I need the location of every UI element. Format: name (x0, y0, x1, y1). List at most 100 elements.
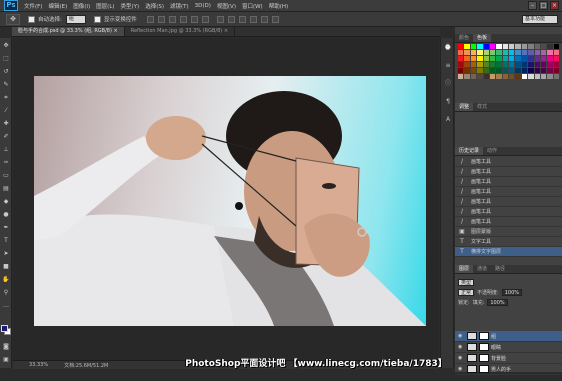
color-swatch[interactable] (528, 44, 534, 49)
maximize-button[interactable]: □ (539, 1, 548, 10)
eye-icon[interactable]: ◉ (458, 333, 464, 339)
color-swatch[interactable] (496, 74, 502, 79)
color-swatch[interactable] (483, 56, 489, 61)
zoom-readout[interactable]: 33.33% (29, 362, 48, 368)
color-swatch[interactable] (458, 56, 464, 61)
pen-tool-icon[interactable]: ✒ (2, 224, 10, 232)
color-swatch[interactable] (521, 50, 528, 55)
color-swatch[interactable] (489, 56, 496, 61)
color-swatch[interactable] (547, 50, 553, 55)
color-swatch[interactable] (502, 56, 508, 61)
history-item[interactable]: / 画笔工具 (455, 197, 562, 207)
screen-mode-icon[interactable]: ▣ (2, 356, 10, 364)
distribute-top-icon[interactable] (216, 15, 224, 23)
menu-layer[interactable]: 图层(L) (96, 2, 114, 10)
color-swatch[interactable] (496, 50, 502, 55)
color-swatch[interactable] (515, 44, 521, 49)
color-swatch[interactable] (470, 74, 477, 79)
close-button[interactable]: × (550, 1, 559, 10)
color-swatch[interactable] (489, 62, 496, 67)
color-swatch[interactable] (509, 56, 515, 61)
color-swatch[interactable] (515, 56, 521, 61)
color-swatch[interactable] (496, 68, 502, 73)
menu-type[interactable]: 类型(Y) (121, 2, 140, 10)
eyedropper-tool-icon[interactable]: ⁄ (2, 107, 10, 115)
tab-actions[interactable]: 动作 (483, 147, 501, 155)
color-swatch[interactable] (477, 62, 483, 67)
history-item[interactable]: / 画笔工具 (455, 217, 562, 227)
quick-mask-icon[interactable]: ◙ (2, 343, 10, 351)
blend-mode-dropdown[interactable]: 正常 (458, 288, 475, 296)
info-panel-icon[interactable]: ⓘ (444, 80, 452, 88)
tab-channels[interactable]: 通道 (473, 265, 491, 273)
color-swatch[interactable] (521, 56, 528, 61)
distribute-center-icon[interactable] (260, 15, 268, 23)
color-swatch[interactable] (553, 50, 559, 55)
color-swatch[interactable] (483, 50, 489, 55)
properties-panel-icon[interactable]: ≡ (444, 62, 452, 70)
color-swatch[interactable] (540, 50, 547, 55)
color-swatch[interactable] (489, 74, 496, 79)
distribute-left-icon[interactable] (249, 15, 257, 23)
dodge-tool-icon[interactable]: ● (2, 211, 10, 219)
color-swatch[interactable] (515, 68, 521, 73)
menu-image[interactable]: 图像(I) (73, 2, 90, 10)
color-swatch[interactable] (534, 68, 540, 73)
paragraph-panel-icon[interactable]: ¶ (444, 98, 452, 106)
menu-filter[interactable]: 滤镜(T) (170, 2, 189, 10)
tab-composite-psd[interactable]: 脸与手的合成.psd @ 33.3% (组, RGB/8) × (12, 27, 125, 36)
color-swatch[interactable] (502, 74, 508, 79)
color-swatch[interactable] (528, 74, 534, 79)
color-swatch[interactable] (496, 56, 502, 61)
lasso-tool-icon[interactable]: ↺ (2, 68, 10, 76)
history-item[interactable]: ▣ 图层蒙版 (455, 227, 562, 237)
clone-stamp-tool-icon[interactable]: ⊥ (2, 146, 10, 154)
color-swatch[interactable] (458, 50, 464, 55)
color-swatch[interactable] (470, 44, 477, 49)
shape-tool-icon[interactable]: ■ (2, 263, 10, 271)
color-swatch[interactable] (470, 68, 477, 73)
color-swatch[interactable] (502, 62, 508, 67)
color-swatch[interactable] (528, 62, 534, 67)
color-swatch[interactable] (540, 62, 547, 67)
color-swatch[interactable] (534, 50, 540, 55)
color-swatch[interactable] (464, 74, 470, 79)
history-item[interactable]: / 画笔工具 (455, 167, 562, 177)
type-tool-icon[interactable]: T (2, 237, 10, 245)
align-bottom-icon[interactable] (168, 15, 176, 23)
color-swatch[interactable] (464, 56, 470, 61)
color-swatch[interactable] (464, 68, 470, 73)
color-swatch[interactable] (489, 44, 496, 49)
move-tool-preset-icon[interactable]: ✥ (6, 13, 20, 25)
tab-layers[interactable]: 图层 (455, 265, 474, 273)
brush-tool-icon[interactable]: ✐ (2, 133, 10, 141)
history-brush-tool-icon[interactable]: ✑ (2, 159, 10, 167)
eye-icon[interactable]: ◉ (458, 344, 464, 350)
tab-adjustments[interactable]: 调整 (455, 103, 474, 111)
color-swatch[interactable] (553, 74, 559, 79)
tab-swatches[interactable]: 色板 (473, 34, 492, 42)
layer-row[interactable]: ◉ 眼睛 (455, 342, 562, 353)
fill-field[interactable]: 100% (487, 298, 508, 306)
color-swatch[interactable] (496, 44, 502, 49)
history-item[interactable]: / 画笔工具 (455, 177, 562, 187)
color-swatch[interactable] (553, 62, 559, 67)
color-swatch[interactable] (547, 62, 553, 67)
menu-help[interactable]: 帮助(H) (269, 2, 288, 10)
minimize-button[interactable]: – (528, 1, 537, 10)
color-swatch[interactable] (547, 44, 553, 49)
menu-select[interactable]: 选择(S) (145, 2, 164, 10)
tab-color[interactable]: 颜色 (455, 34, 473, 42)
color-swatch[interactable] (515, 62, 521, 67)
color-swatch[interactable] (534, 56, 540, 61)
color-swatch[interactable] (496, 62, 502, 67)
color-swatch[interactable] (464, 44, 470, 49)
color-swatch[interactable] (502, 68, 508, 73)
color-swatch[interactable] (509, 74, 515, 79)
color-swatch[interactable] (547, 74, 553, 79)
color-swatch[interactable] (528, 68, 534, 73)
align-right-icon[interactable] (201, 15, 209, 23)
color-swatch[interactable] (483, 62, 489, 67)
gradient-tool-icon[interactable]: ▤ (2, 185, 10, 193)
distribute-bottom-icon[interactable] (238, 15, 246, 23)
